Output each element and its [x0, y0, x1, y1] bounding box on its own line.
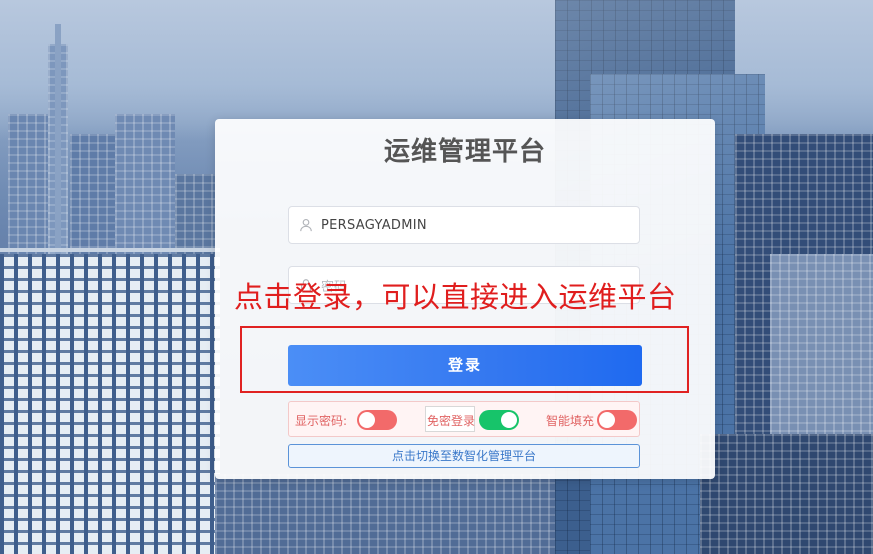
- password-free-login-label: 免密登录: [427, 414, 476, 428]
- show-password-toggle[interactable]: [357, 410, 397, 430]
- user-icon: [300, 219, 312, 232]
- page-title: 运维管理平台: [383, 137, 546, 167]
- smart-fill-toggle[interactable]: [597, 410, 637, 430]
- annotation-text: 点击登录，可以直接进入运维平台: [234, 280, 677, 314]
- smart-fill-label: 智能填充: [546, 414, 595, 428]
- switch-platform-button[interactable]: 点击切换至数智化管理平台: [288, 444, 640, 468]
- show-password-label: 显示密码:: [295, 414, 348, 428]
- password-free-login-toggle[interactable]: [479, 410, 519, 430]
- login-options: 显示密码: 免密登录 智能填充: [288, 401, 640, 437]
- annotation-highlight-box: [240, 326, 689, 393]
- username-value: PERSAGYADMIN: [321, 217, 427, 233]
- username-field[interactable]: PERSAGYADMIN: [288, 206, 640, 244]
